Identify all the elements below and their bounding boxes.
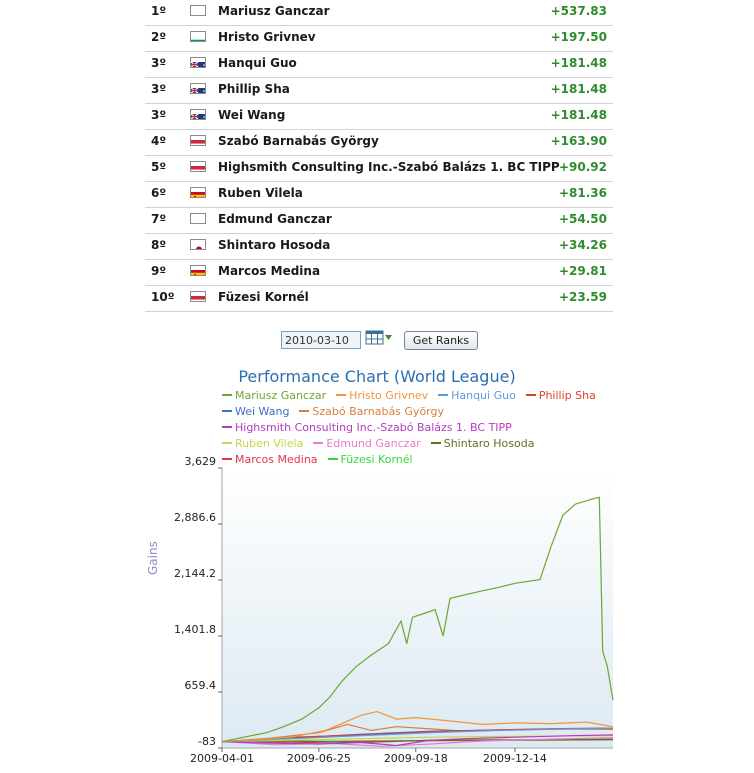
performance-chart: 3,629 2,886.6 2,144.2 1,401.8 659.4 -83 2009-0… (174, 455, 614, 765)
x-tick-label: 2009-09-18 (384, 752, 448, 765)
plot-area (222, 468, 613, 748)
y-tick-label: 3,629 (185, 455, 217, 468)
y-tick-label: -83 (198, 735, 216, 748)
y-tick-label: 2,144.2 (174, 567, 216, 580)
y-tick-label: 1,401.8 (174, 623, 216, 636)
x-tick-label: 2009-04-01 (190, 752, 254, 765)
x-tick-label: 2009-12-14 (483, 752, 547, 765)
x-tick-label: 2009-06-25 (287, 752, 351, 765)
y-tick-label: 2,886.6 (174, 511, 216, 524)
y-tick-label: 659.4 (185, 679, 217, 692)
